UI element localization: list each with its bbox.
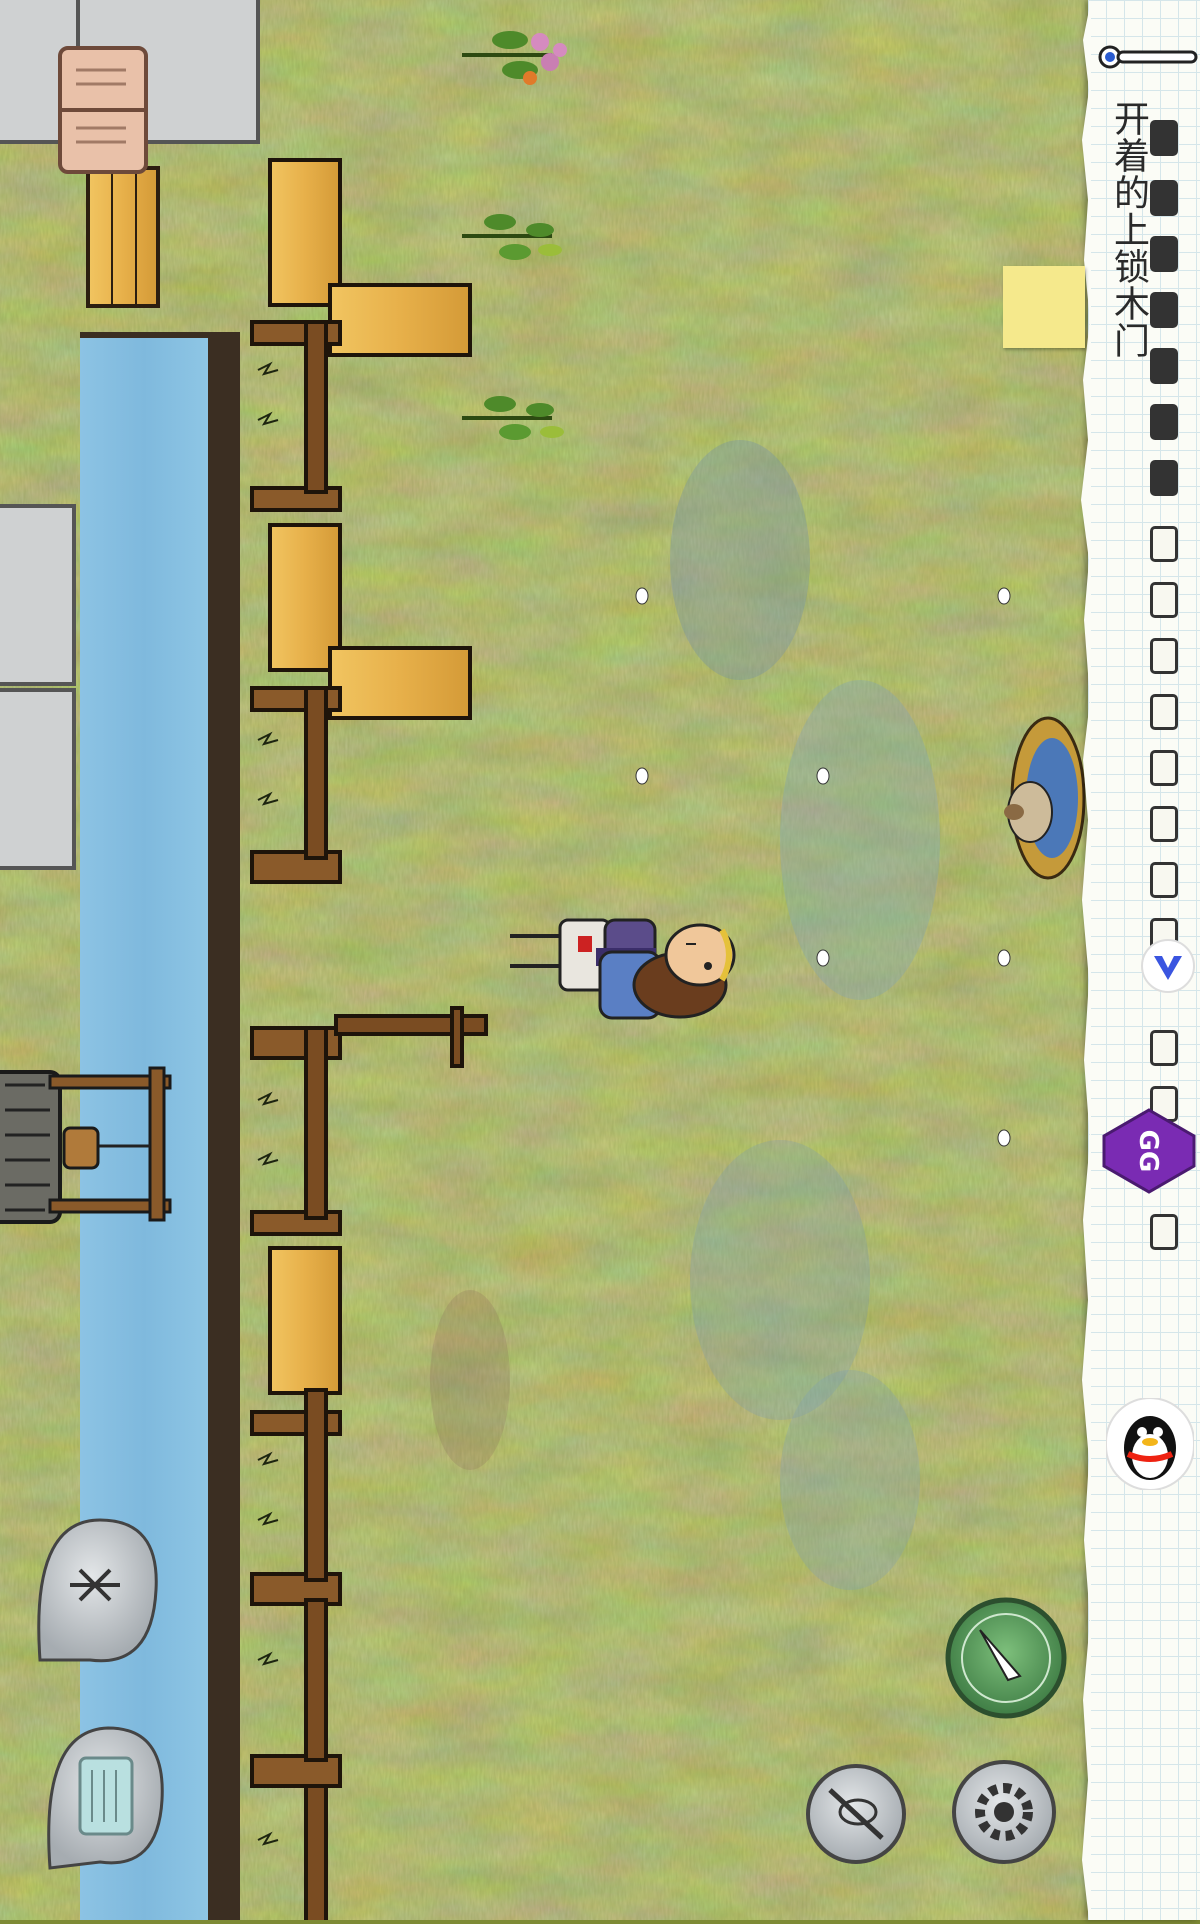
wet-patch bbox=[670, 440, 810, 680]
svg-text:GG: GG bbox=[1133, 1130, 1163, 1173]
sticky-note[interactable] bbox=[1003, 266, 1085, 348]
thermometer-icon bbox=[1098, 45, 1198, 69]
inventory-slot[interactable] bbox=[1150, 582, 1178, 618]
inventory-slot[interactable] bbox=[1150, 750, 1178, 786]
inventory-slot[interactable] bbox=[1150, 862, 1178, 898]
plank-stack[interactable] bbox=[86, 166, 160, 308]
river bbox=[80, 335, 208, 1924]
object-label: 开着的上锁木门 bbox=[1108, 100, 1149, 359]
wet-patch bbox=[780, 1370, 920, 1590]
inventory-slot[interactable] bbox=[1150, 526, 1178, 562]
gear-icon[interactable] bbox=[952, 1760, 1056, 1864]
qq-penguin-icon[interactable] bbox=[1106, 1398, 1194, 1490]
emote-bubble-icon[interactable] bbox=[37, 1518, 158, 1663]
inventory-slot[interactable] bbox=[1150, 180, 1178, 216]
stone-tile bbox=[0, 688, 76, 870]
inventory-slot[interactable] bbox=[1150, 806, 1178, 842]
stone-tile bbox=[0, 504, 76, 686]
recipe-book-icon[interactable] bbox=[58, 46, 148, 174]
v-shield-icon[interactable] bbox=[1140, 938, 1196, 994]
gg-overlay-icon[interactable]: GG bbox=[1102, 1108, 1196, 1194]
inventory-slot[interactable] bbox=[1150, 638, 1178, 674]
wet-patch bbox=[780, 680, 940, 1000]
inventory-slot[interactable] bbox=[1150, 694, 1178, 730]
inventory-slot[interactable] bbox=[1150, 1030, 1178, 1066]
riverbank bbox=[208, 335, 240, 1924]
inventory-slot[interactable] bbox=[1150, 236, 1178, 272]
inventory-slot[interactable] bbox=[1150, 1214, 1178, 1250]
dirt-patch bbox=[430, 1290, 510, 1470]
inventory-slot[interactable] bbox=[1150, 460, 1178, 496]
inventory-slot[interactable] bbox=[1150, 292, 1178, 328]
inventory-slot[interactable] bbox=[1150, 120, 1178, 156]
compass-icon[interactable] bbox=[945, 1597, 1067, 1719]
inventory-slot[interactable] bbox=[1150, 348, 1178, 384]
inventory-slot[interactable] bbox=[1150, 404, 1178, 440]
sound-toggle-icon[interactable] bbox=[806, 1764, 906, 1864]
